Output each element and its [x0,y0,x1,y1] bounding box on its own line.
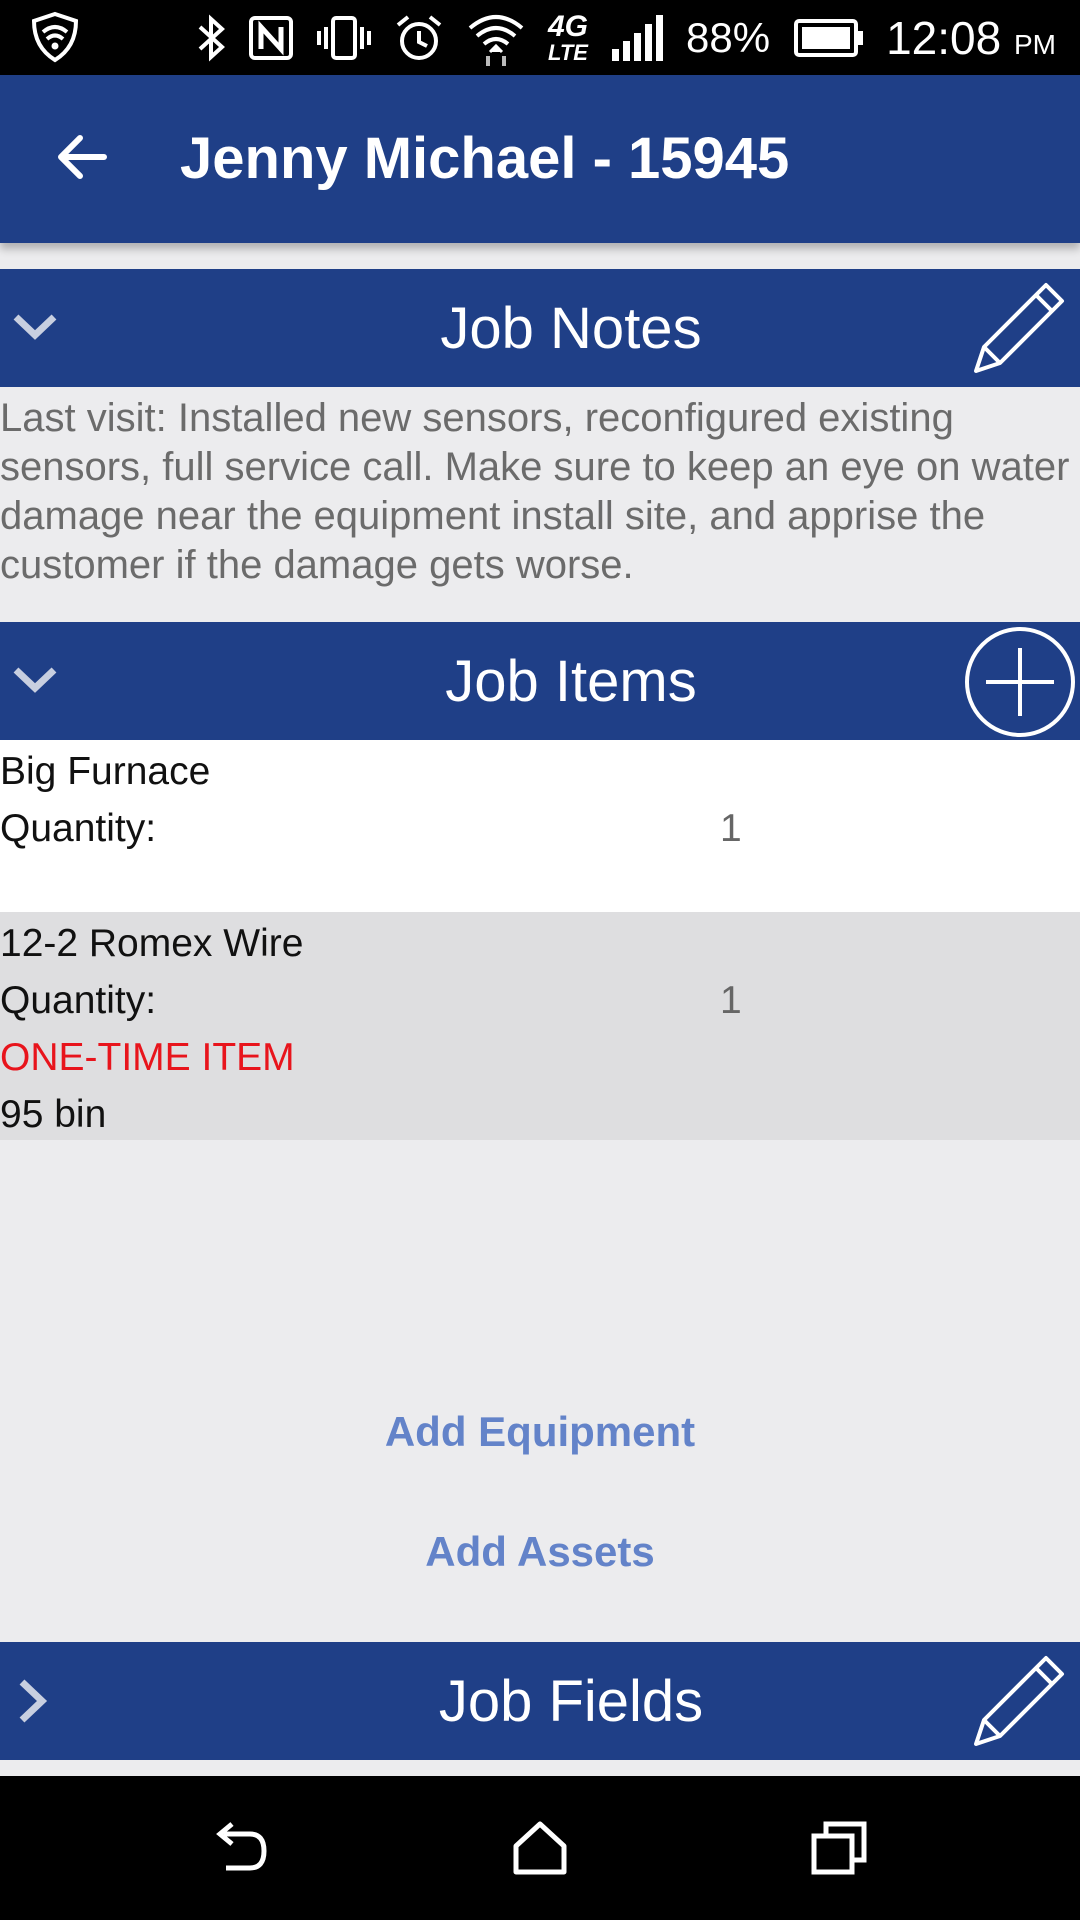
lte-icon: 4G LTE [548,9,589,65]
one-time-item-tag: ONE-TIME ITEM [0,1036,295,1079]
status-bar: 4G LTE 88% 12:08 PM [0,0,1080,75]
nfc-icon [248,15,294,61]
add-equipment-button[interactable]: Add Equipment [0,1408,1080,1456]
shield-icon [28,10,82,69]
edit-fields-pencil-icon[interactable] [968,1652,1068,1757]
vibrate-icon [316,13,372,63]
quantity-label: Quantity: [0,979,157,1022]
job-notes-header[interactable]: Job Notes [0,269,1080,387]
job-item-row[interactable]: Big Furnace Quantity: 1 [0,740,1080,912]
wifi-icon [466,10,526,66]
alarm-icon [394,13,444,63]
quantity-value: 1 [720,807,742,850]
job-items-title: Job Items [445,649,697,714]
back-arrow-icon[interactable] [56,130,110,189]
item-location: 95 bin [0,1093,107,1136]
app-bar: Jenny Michael - 15945 [0,75,1080,243]
job-item-row[interactable]: 12-2 Romex Wire Quantity: 1 ONE-TIME ITE… [0,912,1080,1140]
edit-notes-pencil-icon[interactable] [968,279,1068,384]
item-name: Big Furnace [0,750,211,793]
navigation-bar [0,1776,1080,1920]
back-nav-icon[interactable] [210,1820,270,1881]
page-title: Jenny Michael - 15945 [180,126,790,191]
item-name: 12-2 Romex Wire [0,922,304,965]
clock: 12:08 PM [886,11,1056,64]
job-fields-header[interactable]: Job Fields [0,1642,1080,1760]
battery-percent: 88% [686,13,771,61]
job-items-header[interactable]: Job Items [0,622,1080,740]
signal-icon [610,14,664,61]
battery-icon [794,18,864,57]
job-fields-title: Job Fields [438,1669,704,1734]
bluetooth-icon [196,13,226,63]
job-notes-text: Last visit: Installed new sensors, recon… [0,396,1070,587]
add-assets-button[interactable]: Add Assets [0,1528,1080,1576]
home-nav-icon[interactable] [510,1820,570,1881]
recent-apps-nav-icon[interactable] [810,1820,870,1881]
job-notes-title: Job Notes [440,296,702,361]
add-item-plus-icon[interactable] [964,626,1076,743]
quantity-value: 1 [720,979,742,1022]
quantity-label: Quantity: [0,807,157,850]
